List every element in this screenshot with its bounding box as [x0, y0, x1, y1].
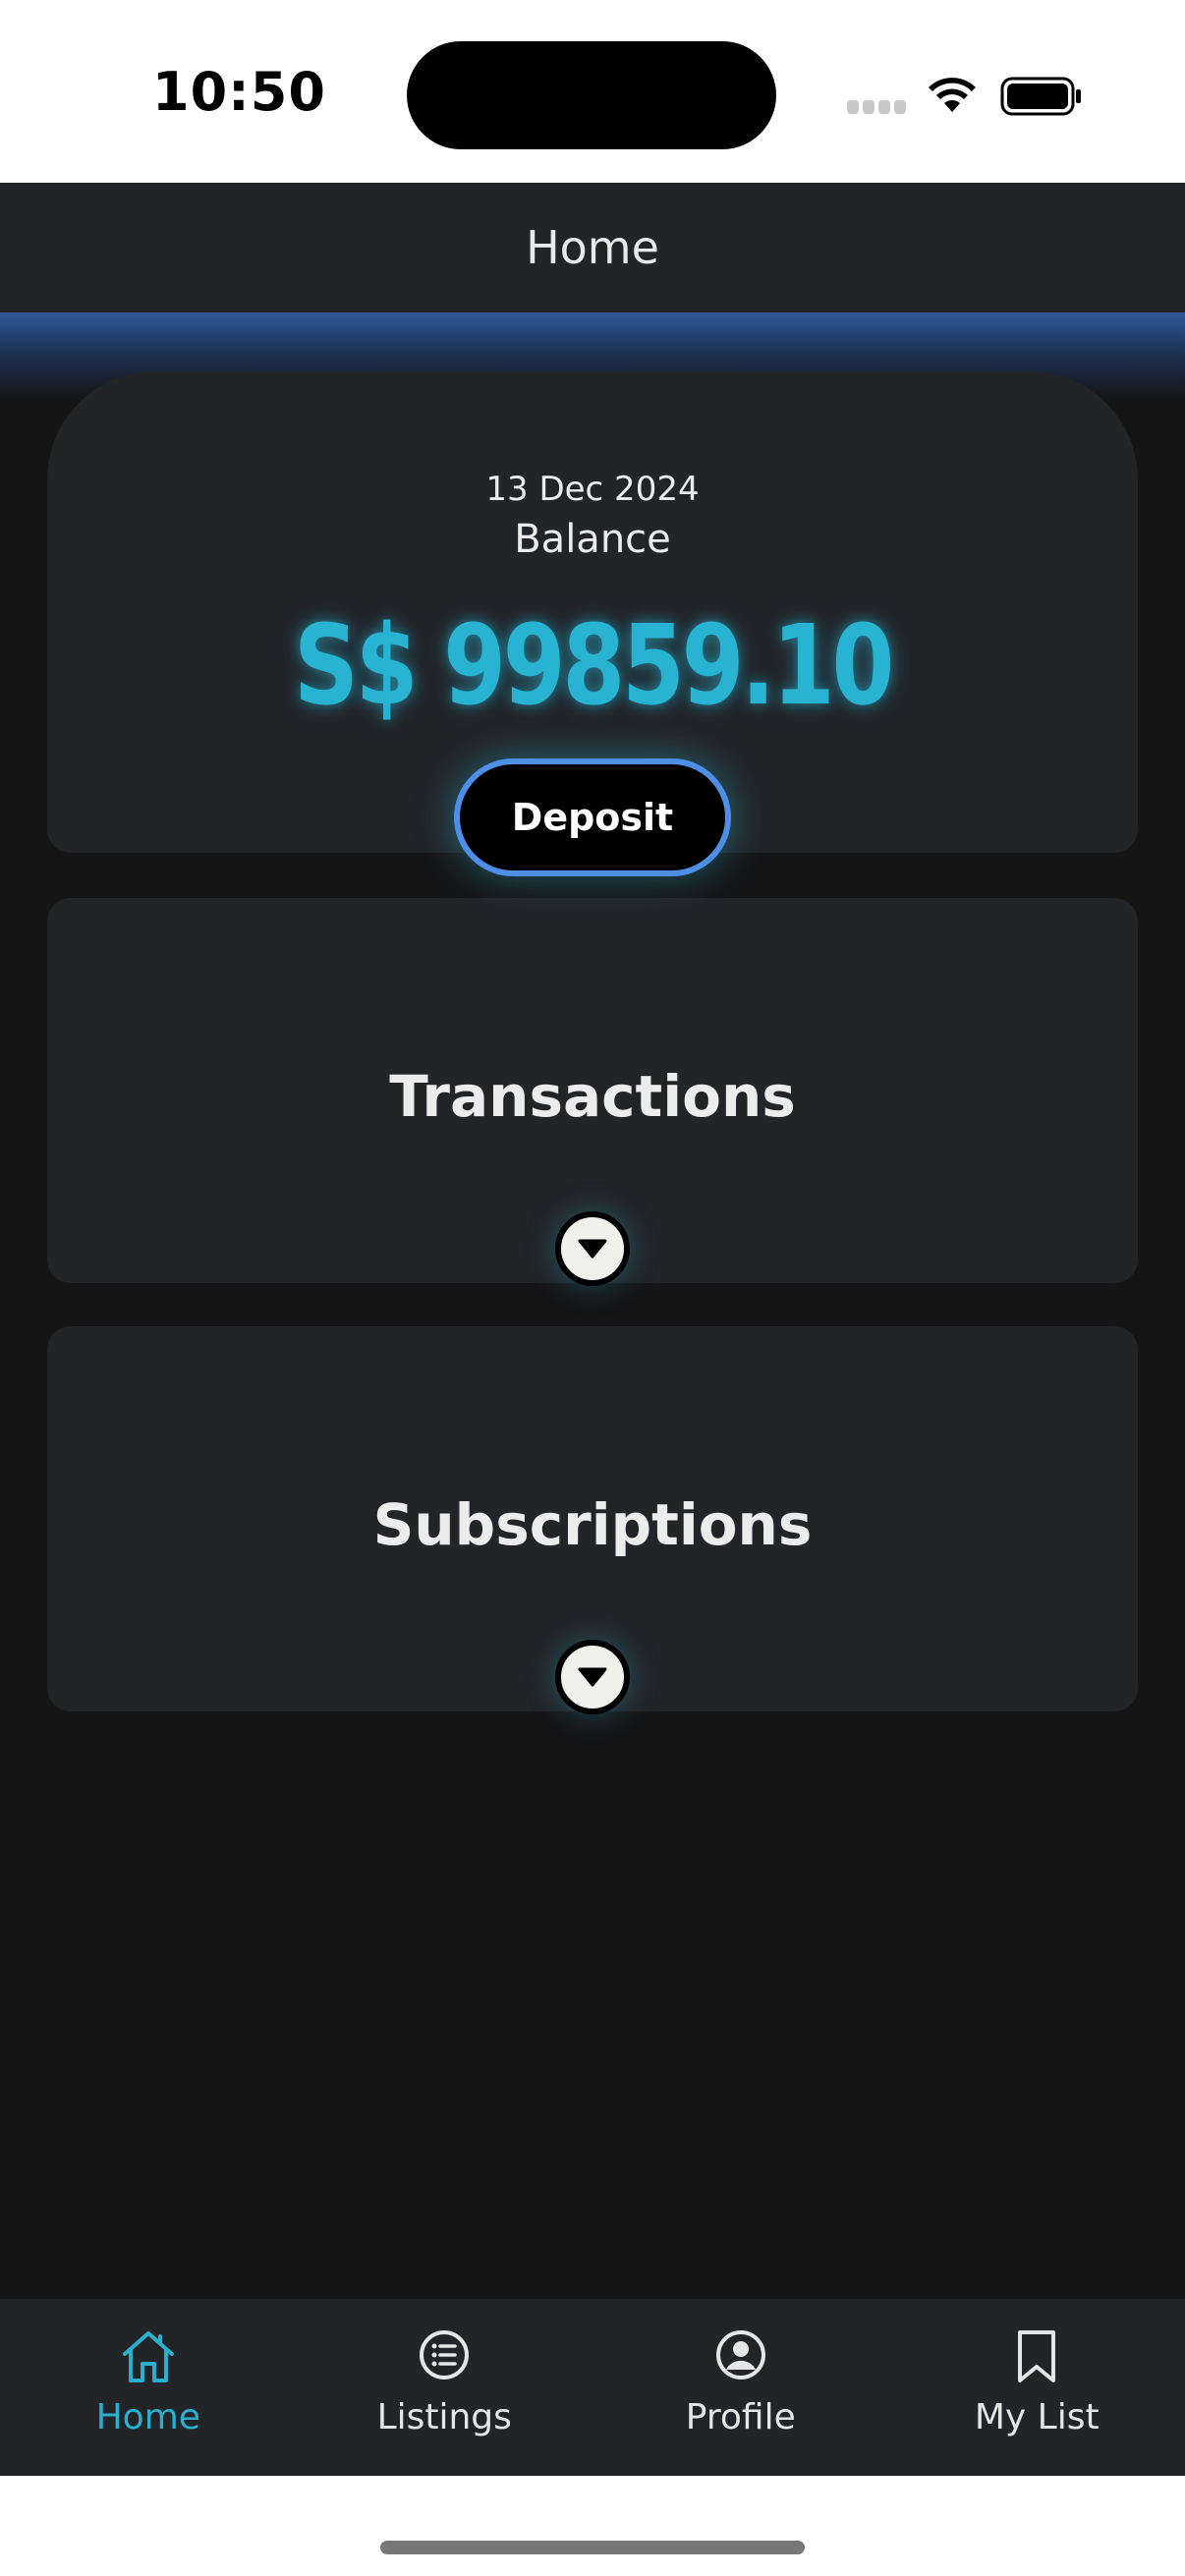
- deposit-button[interactable]: Deposit: [454, 758, 731, 876]
- bookmark-icon: [1018, 2330, 1056, 2382]
- balance-label: Balance: [514, 517, 671, 562]
- transactions-title: Transactions: [389, 1063, 796, 1130]
- nav-header: Home: [0, 183, 1185, 312]
- home-indicator-area: [0, 2476, 1185, 2576]
- tab-profile[interactable]: Profile: [592, 2299, 889, 2476]
- transactions-expand-button[interactable]: [555, 1211, 630, 1286]
- chevron-down-icon: [578, 1667, 607, 1687]
- tab-listings-label: Listings: [376, 2397, 512, 2437]
- chevron-down-icon: [578, 1239, 607, 1259]
- tab-my-list[interactable]: My List: [889, 2299, 1185, 2476]
- main-content: 13 Dec 2024 Balance S$ 99859.10 Transact…: [0, 312, 1185, 2299]
- list-icon: [420, 2330, 470, 2380]
- balance-date: 13 Dec 2024: [485, 470, 700, 509]
- subscriptions-title: Subscriptions: [372, 1491, 813, 1558]
- tab-my-list-label: My List: [974, 2397, 1100, 2437]
- tab-profile-label: Profile: [685, 2397, 796, 2437]
- tab-home-label: Home: [95, 2397, 200, 2437]
- page-title: Home: [526, 221, 659, 274]
- status-bar: 10:50: [0, 0, 1185, 183]
- cellular-signal-icon: [847, 100, 906, 114]
- home-icon: [122, 2331, 174, 2382]
- home-indicator[interactable]: [380, 2541, 805, 2554]
- tab-bar: Home Listings Profile My List: [0, 2299, 1185, 2476]
- status-time: 10:50: [152, 61, 326, 123]
- wifi-icon: [929, 78, 976, 112]
- tab-home[interactable]: Home: [0, 2299, 297, 2476]
- profile-icon: [715, 2330, 765, 2380]
- balance-amount: S$ 99859.10: [293, 602, 894, 730]
- app-screen: 10:50 Home 13 Dec 2024 Balance S$ 99859.…: [0, 0, 1185, 2576]
- tab-listings[interactable]: Listings: [297, 2299, 593, 2476]
- subscriptions-expand-button[interactable]: [555, 1640, 630, 1714]
- battery-icon: [1000, 77, 1081, 116]
- dynamic-island: [407, 41, 776, 149]
